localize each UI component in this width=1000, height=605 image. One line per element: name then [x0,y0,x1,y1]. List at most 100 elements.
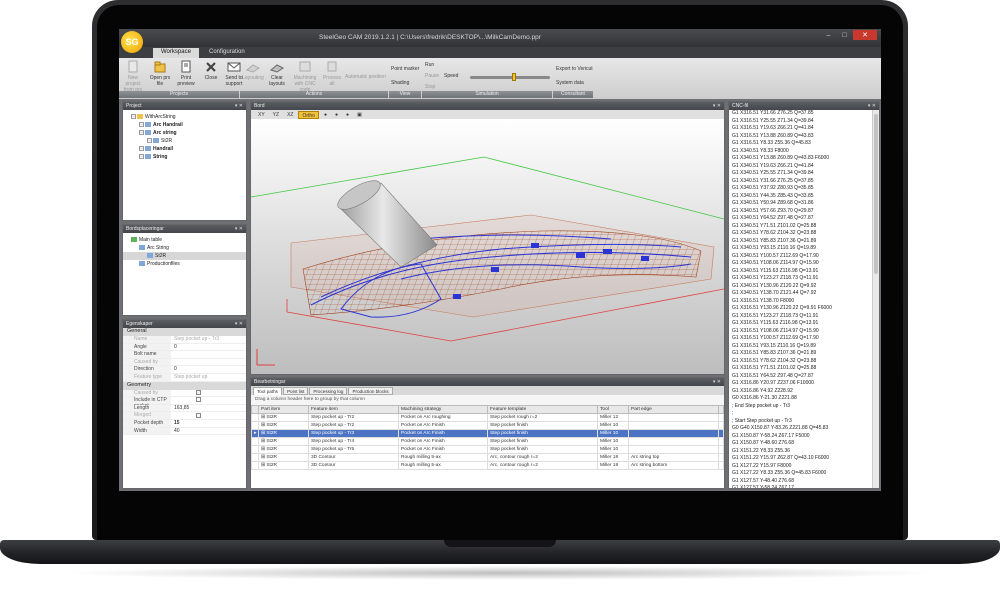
property-value[interactable]: Step pocket up [171,374,246,381]
property-row[interactable]: Length 163,85 [123,404,246,413]
expand-icon[interactable]: − [131,114,136,120]
close-window-button[interactable]: ✕ [853,30,877,40]
project-tree-item[interactable]: − Arc Handrail [123,121,246,129]
app-logo[interactable]: SG [121,31,143,53]
shading-toggle[interactable]: Shading [391,80,409,86]
viewport-tool-button[interactable]: ● [321,111,330,119]
pause-button[interactable]: Pause [425,73,439,79]
column-header[interactable]: Part item [258,405,309,414]
expand-icon[interactable]: − [139,154,144,160]
viewport-tool-button[interactable]: ▣ [354,111,365,119]
project-tree-item[interactable]: − Handrail [123,145,246,153]
cnc-code-scrollbar[interactable] [872,110,879,488]
tab-workspace[interactable]: Workspace [153,48,199,58]
viewport-tool-button[interactable]: XZ [284,111,296,119]
point-marker-toggle[interactable]: Point marker [391,66,419,72]
project-tree-item[interactable]: − WithArcString [123,113,246,121]
property-value[interactable] [171,359,246,366]
property-checkbox[interactable] [196,397,201,403]
table-cell: Miller 12 [597,413,629,422]
cnc-code-text[interactable]: G1 X316.51 Y31.66 Z76.25 Q=37.85 G1 X316.… [729,110,879,488]
stop-button[interactable]: Stop [425,84,435,90]
property-value[interactable] [171,412,246,419]
print-preview-button[interactable]: Print preview [174,60,198,87]
property-row[interactable]: Bolt name [123,351,246,359]
table-row[interactable]: ⊞ St2R Step pocket up - Tr5 Pocket on Arc … [251,445,724,454]
property-row[interactable]: Caused by tenon ✓ [123,389,246,402]
expand-icon[interactable]: − [147,138,152,144]
general-category[interactable]: General [123,328,246,336]
viewport-tool-button[interactable]: ● [332,111,341,119]
export-vericut-button[interactable]: Export to Vericut [556,66,593,72]
column-header[interactable]: Machining strategy [398,405,488,414]
tab-configuration[interactable]: Configuration [201,48,253,58]
grid-tab[interactable]: Tool paths [253,387,282,395]
project-tree-item[interactable]: − Arc string [123,129,246,137]
property-value[interactable]: 0 [171,366,246,373]
property-value[interactable] [171,351,246,358]
property-row[interactable]: Caused by [123,358,246,367]
grid-tab[interactable]: Point list [282,387,309,395]
expand-icon[interactable]: − [139,130,144,136]
grid-tab[interactable]: Processing log [309,387,348,395]
expand-icon[interactable]: − [139,122,144,128]
clear-layouts-button[interactable]: Clear layouts [265,60,289,87]
project-tree-item[interactable]: − String [123,153,246,161]
property-row[interactable]: Width 40 [123,427,246,436]
column-header[interactable]: Feature template [487,405,598,414]
3d-viewport[interactable] [251,119,724,374]
open-file-button[interactable]: Open prx file [148,60,172,87]
table-row[interactable]: ▸ ⊞ St2R Step pocket up - Tr3 Pocket on Arc… [251,429,724,438]
table-row[interactable]: ⊞ St2R Step pocket up - Tr2 Pocket on Arc … [251,413,724,422]
property-value[interactable]: 40 [171,428,246,435]
table-cell: Miller 18 [597,453,629,462]
layout-tree-item[interactable]: Arc String [123,244,246,252]
property-value[interactable]: Step pocket up - Tr3 [171,336,246,343]
column-header[interactable]: Tool [597,405,629,414]
column-header[interactable]: Part edge [628,405,719,414]
property-checkbox[interactable] [196,412,201,418]
property-value[interactable]: 15 [171,420,246,427]
machining-cnc-button[interactable]: Machining with CNC code [291,60,319,93]
property-value[interactable]: 0 [171,344,246,351]
expand-icon[interactable]: − [139,146,144,152]
speed-slider-knob[interactable] [511,73,516,81]
maximize-button[interactable]: □ [837,30,852,40]
process-all-button[interactable]: Process all [320,60,344,87]
property-row[interactable]: Feature type Step pocket up [123,373,246,382]
minimize-button[interactable]: – [821,30,836,40]
geometry-category[interactable]: Geometry [123,381,246,390]
table-row[interactable]: ⊞ St2R 3D Contour Rough milling 5-ax Arc, c… [251,461,724,470]
run-button[interactable]: Run [425,62,434,68]
property-row[interactable]: Direction 0 [123,366,246,374]
viewport-tool-button[interactable]: YZ [270,111,282,119]
system-data-button[interactable]: System data [556,80,584,86]
layout-tree-item[interactable]: Main table [123,236,246,244]
property-value[interactable]: ✓ [171,389,246,397]
property-row[interactable]: Name Step pocket up - Tr3 [123,336,246,344]
layouting-button[interactable]: Layouting [241,60,265,81]
layout-tree-item[interactable]: St2R [123,252,246,260]
property-row[interactable]: Pocket depth 15 [123,419,246,428]
property-value[interactable]: 163,85 [171,405,246,412]
property-row[interactable]: Angle 0 [123,343,246,352]
code-line: G0 G40 X150.87 Y-83.26 Z221.88 Q=45.83 [732,425,829,431]
table-row[interactable]: ⊞ St2R Step pocket up - Tr4 Pocket on Arc … [251,437,724,446]
property-checkbox[interactable]: ✓ [196,389,201,395]
speed-slider[interactable] [470,73,550,81]
property-name: Angle [123,343,171,351]
grid-tab[interactable]: Production blocks [348,387,393,395]
property-value[interactable] [171,397,246,404]
viewport-tool-button[interactable]: XY [255,111,268,119]
property-row[interactable]: Merged [123,412,246,420]
table-row[interactable]: ⊞ St2R Step pocket up - Tr2 Pocket on Arc … [251,421,724,430]
close-project-button[interactable]: Close [199,60,223,81]
automatic-position-toggle[interactable]: Automatic position [345,74,386,80]
viewport-tool-button[interactable]: Ortho [298,110,319,119]
project-tree-item[interactable]: − St2R [123,137,246,145]
table-row[interactable]: ⊞ St2R 3D Contour Rough milling 5-ax Arc, c… [251,453,724,462]
property-row[interactable]: Include in CTP pocket [123,397,246,409]
layout-tree-item[interactable]: Productionfiles [123,260,246,268]
column-header[interactable]: Feature item [308,405,399,414]
viewport-tool-button[interactable]: ● [343,111,352,119]
